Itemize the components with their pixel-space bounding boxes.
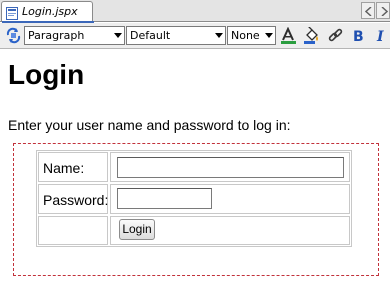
chevron-right-icon bbox=[381, 7, 388, 16]
font-size-select[interactable]: None bbox=[227, 26, 276, 45]
name-input-cell bbox=[110, 152, 350, 182]
password-input-cell bbox=[110, 184, 350, 214]
name-label-cell: Name: bbox=[38, 152, 108, 182]
chevron-down-icon bbox=[215, 33, 223, 38]
svg-text:I: I bbox=[376, 29, 384, 44]
empty-cell bbox=[38, 216, 108, 245]
editor-tab-bar: Login.jspx bbox=[0, 0, 390, 23]
chevron-down-icon bbox=[114, 33, 122, 38]
block-format-value: Paragraph bbox=[28, 29, 85, 42]
svg-text:B: B bbox=[353, 29, 364, 44]
name-input[interactable] bbox=[117, 157, 344, 178]
name-label: Name: bbox=[43, 160, 85, 176]
font-size-value: None bbox=[231, 29, 260, 42]
font-value: Default bbox=[130, 29, 171, 42]
italic-icon[interactable]: I bbox=[374, 27, 386, 45]
jspx-file-icon bbox=[6, 5, 18, 20]
password-label: Password: bbox=[43, 192, 109, 208]
password-label-cell: Password: bbox=[38, 184, 108, 214]
text-color-icon[interactable] bbox=[280, 26, 297, 44]
tab-scroll-right-button[interactable] bbox=[376, 2, 390, 19]
password-input[interactable] bbox=[117, 188, 212, 209]
editor-tab-login-jspx[interactable]: Login.jspx bbox=[1, 1, 94, 23]
bold-icon[interactable]: B bbox=[350, 27, 367, 45]
login-instructions: Enter your user name and password to log… bbox=[8, 117, 291, 133]
font-select[interactable]: Default bbox=[126, 26, 226, 45]
tab-scroll-left-button[interactable] bbox=[361, 2, 375, 19]
chevron-down-icon bbox=[265, 33, 273, 38]
refresh-design-icon[interactable] bbox=[5, 27, 22, 44]
background-color-icon[interactable] bbox=[303, 25, 320, 44]
page-title: Login bbox=[8, 59, 85, 90]
chevron-left-icon bbox=[365, 7, 372, 16]
formatting-toolbar: Paragraph Default None B I bbox=[0, 23, 390, 49]
login-button[interactable]: Login bbox=[119, 219, 155, 240]
block-format-select[interactable]: Paragraph bbox=[24, 26, 125, 45]
editor-tab-label: Login.jspx bbox=[22, 5, 78, 18]
link-icon[interactable] bbox=[327, 27, 344, 44]
